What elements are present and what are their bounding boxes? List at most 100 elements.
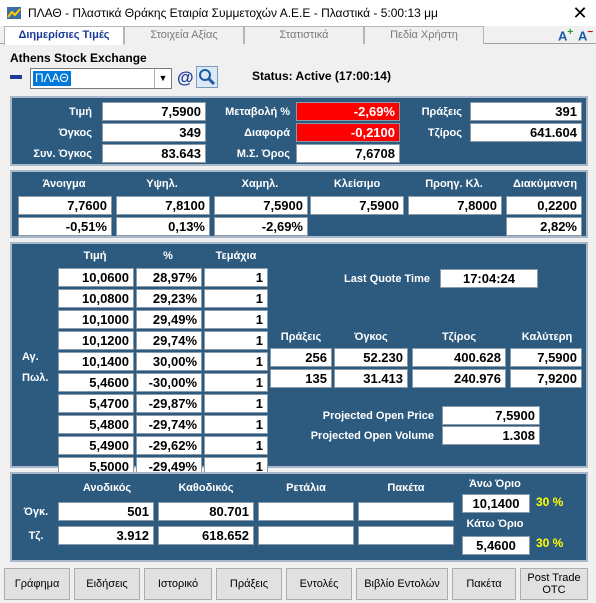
last-quote-label: Last Quote Time <box>344 273 430 285</box>
up-volume: 501 <box>58 502 154 521</box>
history-button[interactable]: Ιστορικό <box>144 568 212 600</box>
depth-pieces-cell: 1 <box>204 310 268 329</box>
blocks-volume <box>358 502 454 521</box>
order-book-button[interactable]: Βιβλίο Εντολών <box>356 568 448 600</box>
tab-value-data[interactable]: Στοιχεία Αξίας <box>124 26 244 44</box>
depth-pieces-cell: 1 <box>204 352 268 371</box>
buy-best: 7,5900 <box>510 348 582 367</box>
up-turnover: 3.912 <box>58 526 154 545</box>
open-pct: -0,51% <box>18 217 112 236</box>
depth-pct-cell: 28,97% <box>136 268 202 287</box>
turnover-label: Τζίρος <box>427 127 462 139</box>
last-quote-time: 17:04:24 <box>440 269 538 288</box>
depth-pct-cell: -29,87% <box>136 394 202 413</box>
change-pct-value: -2,69% <box>296 102 400 121</box>
close-icon[interactable]: ✕ <box>568 2 592 24</box>
exchange-label: Athens Stock Exchange <box>10 51 147 65</box>
volume-label: Όγκος <box>58 127 92 139</box>
search-button[interactable] <box>196 66 218 88</box>
blocks-button[interactable]: Πακέτα <box>452 568 516 600</box>
at-icon[interactable]: @ <box>177 68 194 88</box>
depth-pct-cell: -30,00% <box>136 373 202 392</box>
lower-limit-label: Κάτω Όριο <box>466 518 524 530</box>
news-button[interactable]: Ειδήσεις <box>74 568 140 600</box>
range-pct: 2,82% <box>506 217 582 236</box>
depth-price-cell: 5,4700 <box>58 394 134 413</box>
tz-row-label: Τζ. <box>28 530 44 542</box>
projected-volume: 1.308 <box>442 426 540 445</box>
open-header: Άνοιγμα <box>42 178 86 190</box>
tab-user-fields[interactable]: Πεδία Χρήστη <box>364 26 484 44</box>
upper-limit-label: Άνω Όριο <box>469 478 521 490</box>
diff-value: -0,2100 <box>296 123 400 142</box>
tab-bar: Διημερίσιες Τιμές Στοιχεία Αξίας Στατιστ… <box>0 26 596 45</box>
range-header: Διακύμανση <box>512 178 578 190</box>
stats-trades-header: Πράξεις <box>280 331 322 343</box>
range-value: 0,2200 <box>506 196 582 215</box>
volume-value: 349 <box>102 123 206 142</box>
buy-trades: 256 <box>270 348 332 367</box>
ohlc-panel: Άνοιγμα Υψηλ. Χαμηλ. Κλείσιμο Προηγ. Κλ.… <box>10 170 588 238</box>
font-larger-icon[interactable]: A+ <box>558 27 573 43</box>
chart-button[interactable]: Γράφημα <box>4 568 70 600</box>
depth-panel: Τιμή % Τεμάχια 10,0600 28,97% 1 10,0800 29,2… <box>10 242 588 476</box>
trades-button[interactable]: Πράξεις <box>216 568 282 600</box>
depth-pieces-cell: 1 <box>204 394 268 413</box>
close-value: 7,5900 <box>310 196 404 215</box>
odd-lots-turnover <box>258 526 354 545</box>
upper-limit-pct: 30 % <box>536 495 564 509</box>
window-title: ΠΛΑΘ - Πλαστικά Θράκης Εταιρία Συμμετοχώ… <box>28 6 438 20</box>
odd-lots-header: Ρετάλια <box>286 482 326 494</box>
tab-daily-prices[interactable]: Διημερίσιες Τιμές <box>4 26 124 45</box>
total-volume-label: Συν. Όγκος <box>33 148 92 160</box>
change-pct-label: Μεταβολή % <box>225 106 290 118</box>
stats-volume-header: Όγκος <box>354 331 388 343</box>
buy-turnover: 400.628 <box>412 348 506 367</box>
font-smaller-icon[interactable]: A− <box>578 27 593 43</box>
turnover-value: 641.604 <box>470 123 582 142</box>
blocks-turnover <box>358 526 454 545</box>
depth-pct-cell: 29,23% <box>136 289 202 308</box>
vol-row-label: Όγκ. <box>23 506 49 518</box>
depth-pct-cell: 30,00% <box>136 352 202 371</box>
symbol-select[interactable]: ΠΛΑΘ ▼ <box>30 68 172 89</box>
depth-pieces-cell: 1 <box>204 331 268 350</box>
close-header: Κλείσιμο <box>333 178 381 190</box>
orders-button[interactable]: Εντολές <box>286 568 352 600</box>
depth-pct-cell: 29,74% <box>136 331 202 350</box>
trades-value: 391 <box>470 102 582 121</box>
symbol-value: ΠΛΑΘ <box>33 71 71 86</box>
projected-price: 7,5900 <box>442 406 540 425</box>
flag-icon <box>10 75 22 79</box>
depth-pieces-header: Τεμάχια <box>215 250 257 262</box>
diff-label: Διαφορά <box>244 127 290 139</box>
price-label: Τιμή <box>68 106 92 118</box>
depth-price-cell: 5,4900 <box>58 436 134 455</box>
depth-price-header: Τιμή <box>83 250 107 262</box>
app-icon <box>7 7 21 19</box>
depth-pct-cell: 29,49% <box>136 310 202 329</box>
price-value: 7,5900 <box>102 102 206 121</box>
tab-statistics[interactable]: Στατιστικά <box>244 26 364 44</box>
depth-pieces-cell: 1 <box>204 415 268 434</box>
low-header: Χαμηλ. <box>241 178 279 190</box>
totals-panel: Ανοδικός Καθοδικός Ρετάλια Πακέτα Όγκ. 5… <box>10 472 588 562</box>
depth-pct-header: % <box>163 250 173 262</box>
upper-limit: 10,1400 <box>462 494 530 513</box>
depth-price-cell: 10,1200 <box>58 331 134 350</box>
depth-pieces-cell: 1 <box>204 373 268 392</box>
post-trade-otc-button[interactable]: Post Trade OTC <box>520 568 588 600</box>
projected-price-label: Projected Open Price <box>322 410 434 422</box>
lower-limit: 5,4600 <box>462 536 530 555</box>
depth-pct-cell: -29,74% <box>136 415 202 434</box>
sell-best: 7,9200 <box>510 369 582 388</box>
depth-pieces-cell: 1 <box>204 268 268 287</box>
avg-value: 7,6708 <box>296 144 400 163</box>
sell-turnover: 240.976 <box>412 369 506 388</box>
depth-pieces-cell: 1 <box>204 289 268 308</box>
odd-lots-volume <box>258 502 354 521</box>
chevron-down-icon[interactable]: ▼ <box>154 69 171 88</box>
depth-price-cell: 10,1000 <box>58 310 134 329</box>
search-icon <box>199 69 216 86</box>
high-value: 7,8100 <box>116 196 210 215</box>
